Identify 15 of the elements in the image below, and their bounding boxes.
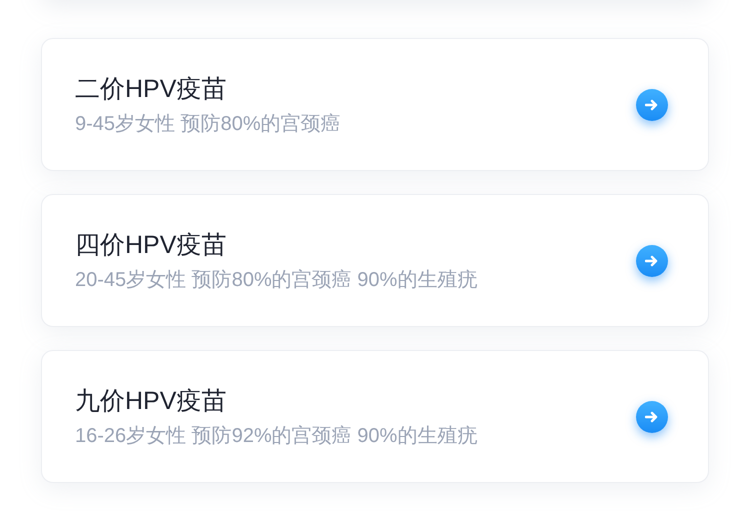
- vaccine-title: 九价HPV疫苗: [75, 386, 228, 416]
- vaccine-card[interactable]: 四价HPV疫苗 20-45岁女性 预防80%的宫颈癌 90%的生殖疣: [41, 194, 709, 327]
- vaccine-description: 16-26岁女性 预防92%的宫颈癌 90%的生殖疣: [75, 424, 478, 448]
- vaccine-description: 9-45岁女性 预防80%的宫颈癌: [75, 112, 341, 136]
- arrow-button[interactable]: [636, 88, 668, 120]
- vaccine-title: 四价HPV疫苗: [75, 230, 228, 260]
- arrow-button[interactable]: [636, 244, 668, 276]
- vaccine-card[interactable]: 二价HPV疫苗 9-45岁女性 预防80%的宫颈癌: [41, 38, 709, 171]
- vaccine-title: 二价HPV疫苗: [75, 74, 228, 104]
- arrow-right-icon: [645, 254, 659, 266]
- vaccine-description: 20-45岁女性 预防80%的宫颈癌 90%的生殖疣: [75, 268, 478, 292]
- arrow-right-icon: [645, 410, 659, 422]
- vaccine-card[interactable]: 九价HPV疫苗 16-26岁女性 预防92%的宫颈癌 90%的生殖疣: [41, 350, 709, 483]
- arrow-button[interactable]: [636, 400, 668, 432]
- arrow-right-icon: [645, 98, 659, 110]
